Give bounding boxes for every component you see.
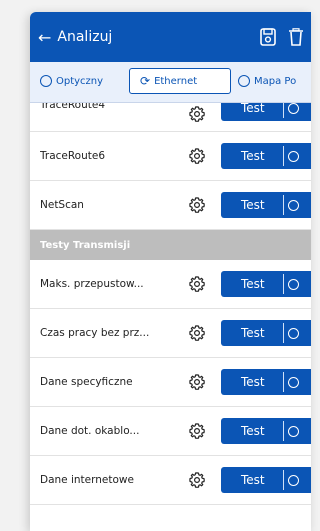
tab-mapa[interactable]: Mapa Po	[234, 68, 311, 94]
radio-icon	[287, 278, 299, 290]
test-label: Dane specyficzne	[40, 376, 133, 388]
tab-label: Optyczny	[56, 75, 104, 87]
tab-ethernet[interactable]: ⟳ Ethernet	[129, 68, 231, 94]
test-label: Dane dot. okablo...	[40, 425, 140, 437]
test-button[interactable]: Test	[221, 192, 311, 218]
sync-icon: ⟳	[140, 74, 151, 88]
divider	[282, 372, 284, 392]
test-button[interactable]: Test	[221, 369, 311, 395]
test-button-label: Test	[241, 424, 265, 438]
test-label: Dane internetowe	[40, 474, 134, 486]
test-button[interactable]: Test	[221, 467, 311, 493]
back-button[interactable]: ← Analizuj	[38, 26, 112, 48]
radio-icon	[287, 474, 299, 486]
list-item: Dane internetowe Test	[30, 456, 311, 505]
list-item: Dane specyficzne Test	[30, 358, 311, 407]
radio-icon	[287, 425, 299, 437]
radio-icon	[287, 327, 299, 339]
test-label: TraceRoute6	[40, 150, 106, 162]
radio-icon	[287, 199, 299, 211]
gear-icon[interactable]	[188, 196, 206, 214]
gear-icon[interactable]	[188, 324, 206, 342]
section-header: Testy Transmisji	[30, 230, 311, 260]
gear-icon[interactable]	[188, 147, 206, 165]
divider	[282, 103, 284, 118]
gear-icon[interactable]	[188, 275, 206, 293]
list-item: Czas pracy bez prz... Test	[30, 309, 311, 358]
divider	[282, 470, 284, 490]
gear-icon[interactable]	[188, 471, 206, 489]
test-button[interactable]: Test	[221, 320, 311, 346]
divider	[282, 274, 284, 294]
radio-icon	[40, 75, 52, 87]
test-button-label: Test	[241, 277, 265, 291]
gear-icon[interactable]	[188, 422, 206, 440]
test-button-label: Test	[241, 473, 265, 487]
list-item: Maks. przepustow... Test	[30, 260, 311, 309]
test-label: Czas pracy bez prz...	[40, 327, 150, 339]
divider	[282, 195, 284, 215]
divider	[282, 146, 284, 166]
tab-bar: Optyczny ⟳ Ethernet Mapa Po	[30, 62, 311, 103]
list-item: TraceRoute4 Test	[30, 103, 311, 132]
test-button[interactable]: Test	[221, 418, 311, 444]
test-button-label: Test	[241, 198, 265, 212]
test-list: TraceRoute4 Test TraceRoute6 Test NetSca…	[30, 103, 311, 505]
test-label: NetScan	[40, 199, 84, 211]
test-label: TraceRoute4	[40, 103, 106, 111]
test-label: Maks. przepustow...	[40, 278, 144, 290]
test-button-label: Test	[241, 103, 265, 115]
test-button[interactable]: Test	[221, 271, 311, 297]
tab-label: Mapa Po	[254, 75, 297, 87]
test-button-label: Test	[241, 326, 265, 340]
radio-icon	[287, 376, 299, 388]
list-item: NetScan Test	[30, 181, 311, 230]
test-button-label: Test	[241, 375, 265, 389]
gear-icon[interactable]	[188, 373, 206, 391]
radio-icon	[287, 150, 299, 162]
save-icon[interactable]	[260, 28, 276, 46]
app-window: ← Analizuj Optyczny ⟳ Ethernet Mapa Po T…	[30, 12, 311, 531]
test-button[interactable]: Test	[221, 103, 311, 121]
radio-icon	[238, 75, 250, 87]
back-arrow-icon: ←	[38, 27, 52, 47]
list-item: TraceRoute6 Test	[30, 132, 311, 181]
radio-icon	[287, 103, 299, 114]
test-button[interactable]: Test	[221, 143, 311, 169]
gear-icon[interactable]	[188, 105, 206, 123]
test-button-label: Test	[241, 149, 265, 163]
tab-optyczny[interactable]: Optyczny	[34, 68, 126, 94]
trash-icon[interactable]	[288, 28, 304, 46]
list-item: Dane dot. okablo... Test	[30, 407, 311, 456]
tab-label: Ethernet	[154, 75, 198, 87]
page-title: Analizuj	[57, 29, 113, 45]
divider	[282, 323, 284, 343]
divider	[282, 421, 284, 441]
top-bar: ← Analizuj	[30, 12, 311, 62]
